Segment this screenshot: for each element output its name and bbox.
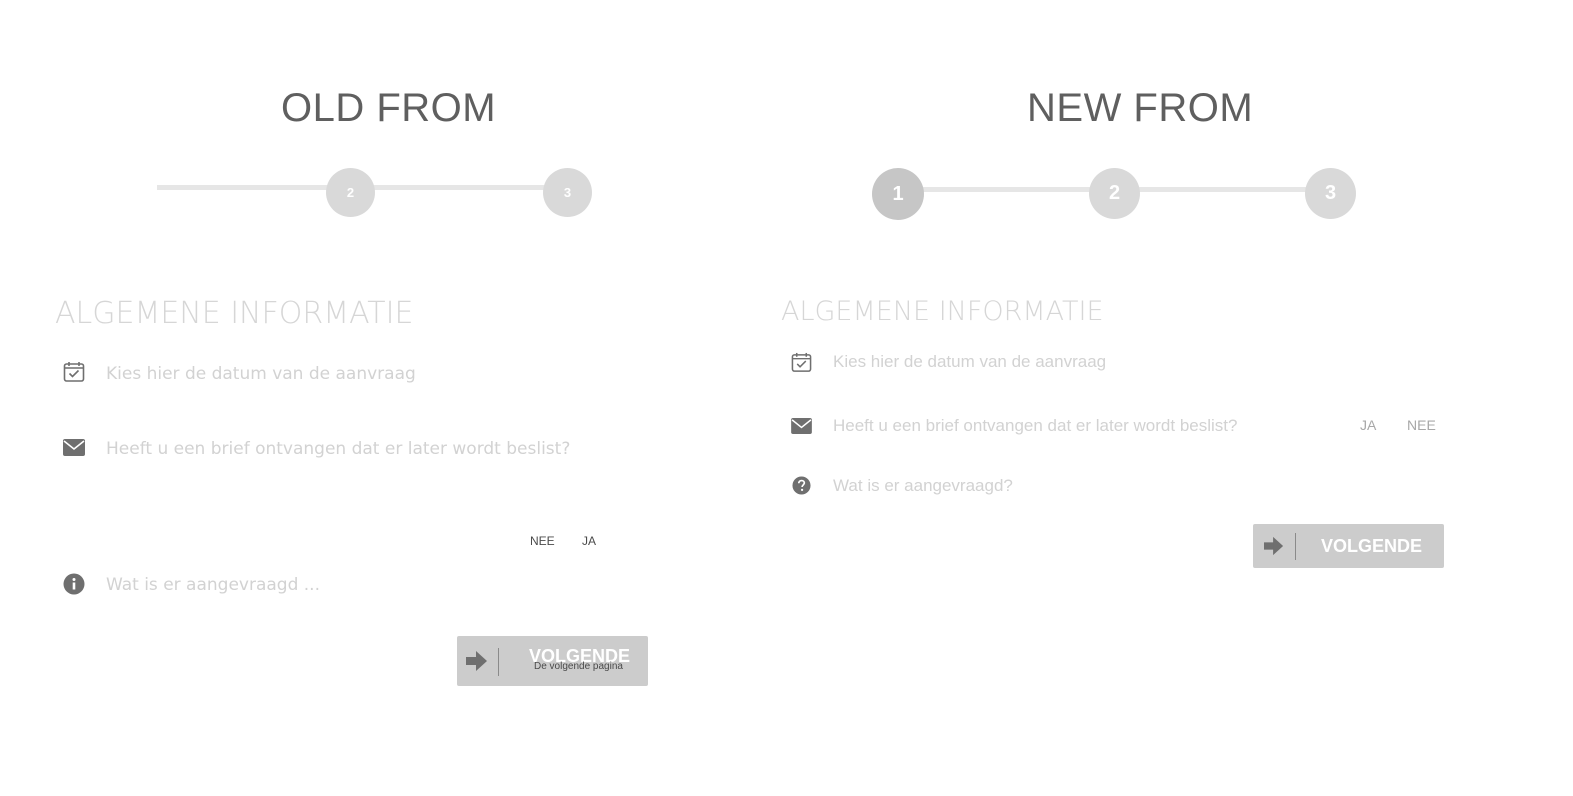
envelope-icon xyxy=(791,418,812,434)
step-1-label: 1 xyxy=(892,182,904,205)
date-field[interactable]: Kies hier de datum van de aanvraag xyxy=(833,352,1106,372)
requested-field[interactable]: Wat is er aangevraagd? xyxy=(833,476,1013,496)
arrow-right-icon xyxy=(1264,536,1284,556)
section-title: ALGEMENE INFORMATIE xyxy=(55,296,414,331)
new-form-title: NEW FROM xyxy=(1027,86,1254,130)
option-nee[interactable]: NEE xyxy=(1407,417,1436,433)
step-2[interactable]: 2 xyxy=(1089,168,1140,219)
step-1[interactable]: 1 xyxy=(872,168,924,220)
section-title: ALGEMENE INFORMATIE xyxy=(781,296,1104,327)
next-button-label: VOLGENDE xyxy=(1321,536,1423,556)
letter-question: Heeft u een brief ontvangen dat er later… xyxy=(833,416,1238,435)
next-button[interactable]: VOLGENDE De volgende pagina xyxy=(457,636,648,686)
button-separator xyxy=(498,648,499,676)
option-ja[interactable]: JA xyxy=(582,534,596,548)
step-2-label: 2 xyxy=(346,185,355,200)
question-circle-icon xyxy=(792,476,811,495)
info-icon xyxy=(63,573,85,595)
calendar-check-icon xyxy=(791,352,812,373)
calendar-check-icon xyxy=(63,361,85,383)
option-ja[interactable]: JA xyxy=(1360,417,1376,433)
next-button[interactable]: VOLGENDE xyxy=(1253,524,1444,568)
step-3-label: 3 xyxy=(563,185,572,200)
step-3-label: 3 xyxy=(1324,182,1337,204)
step-3[interactable]: 3 xyxy=(1305,168,1356,219)
date-field[interactable]: Kies hier de datum van de aanvraag xyxy=(106,364,416,384)
step-3[interactable]: 3 xyxy=(543,168,592,217)
envelope-icon xyxy=(63,439,85,456)
next-button-sublabel: De volgende pagina xyxy=(534,661,623,672)
button-separator xyxy=(1295,533,1296,560)
requested-field[interactable]: Wat is er aangevraagd ... xyxy=(106,575,320,595)
old-form-title: OLD FROM xyxy=(281,86,497,130)
step-2[interactable]: 2 xyxy=(326,168,375,217)
arrow-right-icon xyxy=(466,650,488,672)
step-2-label: 2 xyxy=(1108,182,1121,204)
option-nee[interactable]: NEE xyxy=(530,534,555,548)
letter-question: Heeft u een brief ontvangen dat er later… xyxy=(106,439,571,459)
